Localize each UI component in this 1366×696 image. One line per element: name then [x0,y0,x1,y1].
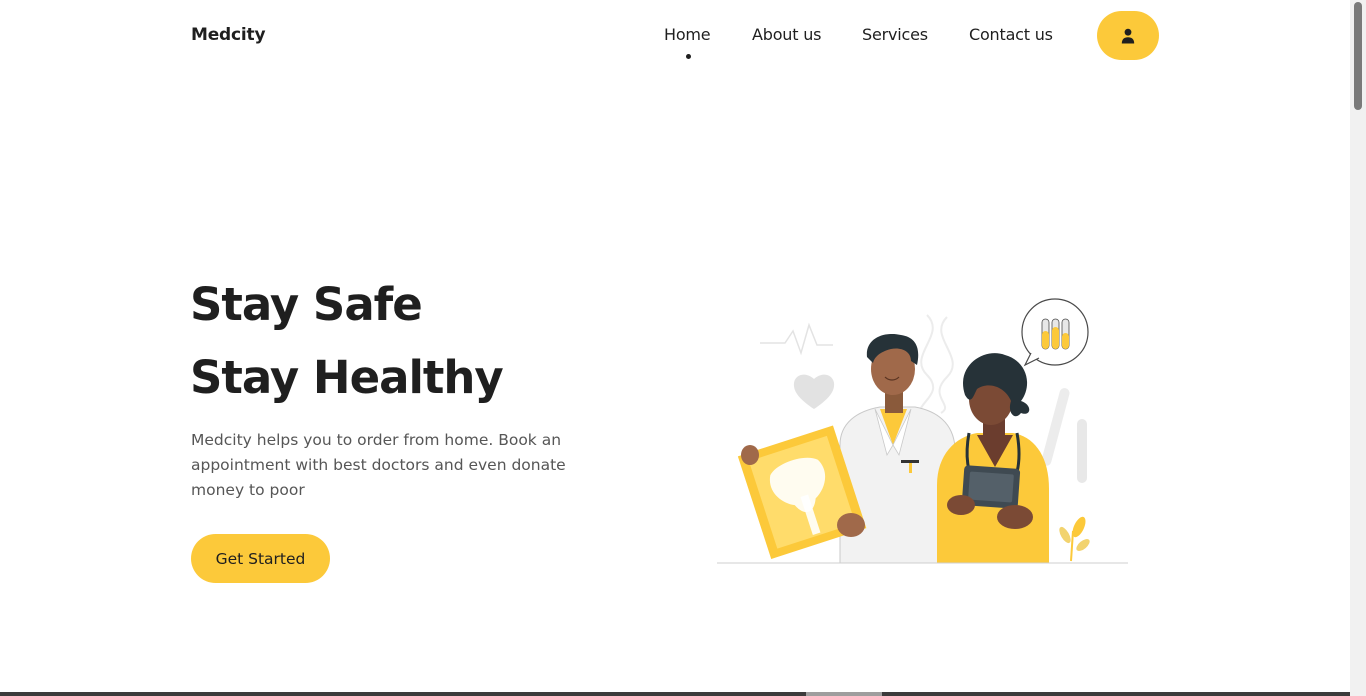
test-tube [1077,419,1087,483]
test-tube [1041,388,1070,466]
scrollbar-thumb[interactable] [1354,2,1362,110]
bottom-edge [0,692,1350,696]
doctors-illustration [717,298,1128,564]
vertical-scrollbar[interactable] [1350,0,1366,696]
profile-button[interactable] [1097,11,1159,60]
nav-link-about-us[interactable]: About us [752,25,821,44]
heartbeat-line [760,322,833,356]
nav-link-services[interactable]: Services [862,25,928,44]
get-started-button[interactable]: Get Started [191,534,330,583]
hero-title-line-1: Stay Safe [190,278,423,331]
page: Medcity Home About us Services Contact u… [0,0,1350,696]
active-indicator-dot [686,54,691,59]
heart-icon [793,374,835,409]
nav-link-home[interactable]: Home [664,25,711,44]
site-logo[interactable]: Medcity [191,25,266,45]
nav-link-contact-us[interactable]: Contact us [969,25,1053,44]
dna-icon [919,314,954,416]
female-doctor-figure [937,353,1049,563]
hero-title-line-2: Stay Healthy [190,351,504,404]
plant-icon [1059,516,1090,562]
speech-bubble [1021,298,1089,367]
user-icon [1121,28,1135,43]
hero-description: Medcity helps you to order from home. Bo… [191,431,566,499]
